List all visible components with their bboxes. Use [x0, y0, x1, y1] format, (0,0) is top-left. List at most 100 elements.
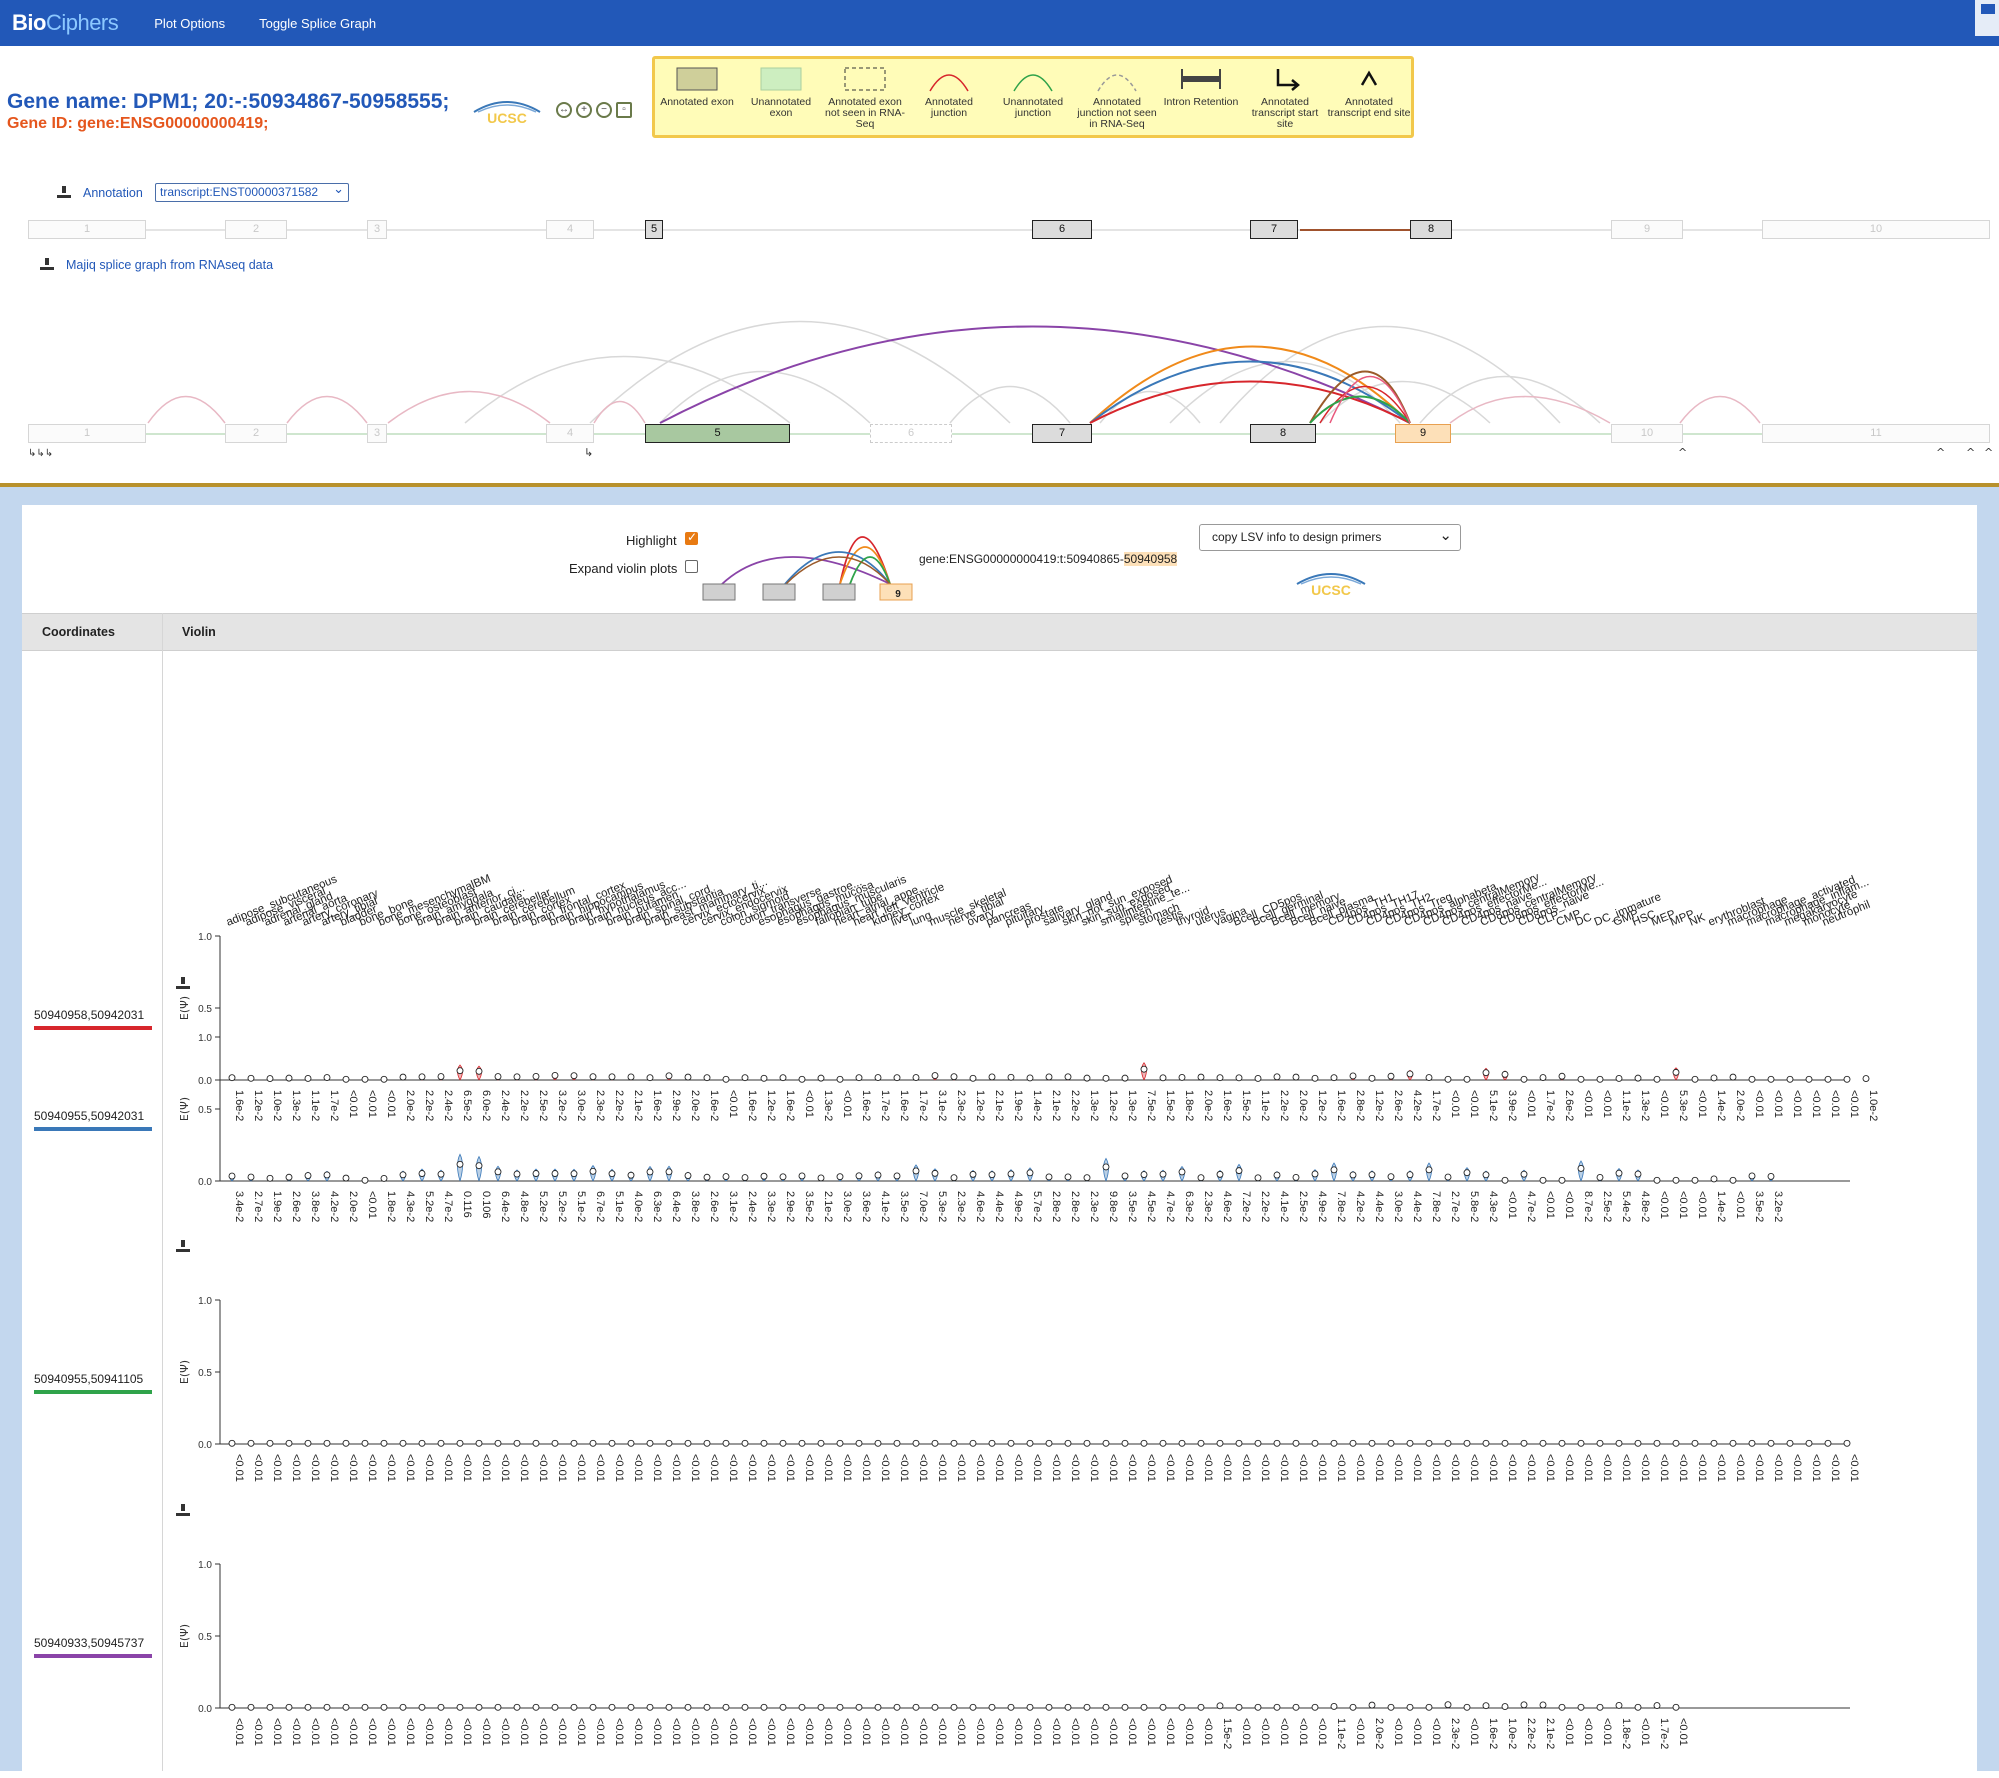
violin-value-label: 2.9e-2: [784, 1191, 796, 1222]
majiq-exon-7[interactable]: 7: [1032, 424, 1092, 443]
screenshot-icon[interactable]: ▫: [616, 102, 632, 118]
violin-value-label: 2.5e-2: [1297, 1191, 1309, 1222]
annotation-exon-2[interactable]: 2: [225, 220, 287, 239]
ucsc-lsv-icon[interactable]: UCSC: [1293, 568, 1369, 598]
violin-median-point: [437, 1439, 445, 1447]
violin-value-label: 7.8e-2: [1430, 1191, 1442, 1222]
transcript-select[interactable]: transcript:ENST00000371582: [155, 181, 349, 202]
violin-value-label: <0.01: [651, 1454, 663, 1482]
violin-value-label: <0.01: [1183, 1718, 1195, 1746]
majiq-exon-1[interactable]: 1: [28, 424, 146, 443]
violin-value-label: <0.01: [1506, 1191, 1518, 1219]
violin-median-point: [1121, 1172, 1129, 1180]
violin-value-label: 7.0e-2: [917, 1191, 929, 1222]
violin-median-point: [874, 1439, 882, 1447]
majiq-exon-11[interactable]: 11: [1762, 424, 1990, 443]
expand-violin-label: Expand violin plots: [569, 561, 678, 576]
violin-value-label: <0.01: [822, 1454, 834, 1482]
zoom-out-icon[interactable]: −: [596, 102, 612, 118]
violin-median-point: [1026, 1169, 1034, 1177]
annotation-exon-4[interactable]: 4: [546, 220, 594, 239]
violin-median-point: [266, 1703, 274, 1711]
violin-median-point: [874, 1171, 882, 1179]
annotation-exon-3[interactable]: 3: [367, 220, 387, 239]
violin-value-label: <0.01: [366, 1718, 378, 1746]
majiq-exon-8[interactable]: 8: [1250, 424, 1316, 443]
primer-design-select[interactable]: copy LSV info to design primers: [1199, 524, 1461, 551]
tes-marker-icon: ^: [1984, 446, 1993, 459]
violin-median-point: [1235, 1167, 1243, 1175]
y-tick-label: 0.0: [198, 1704, 212, 1715]
violin-median-point: [1178, 1703, 1186, 1711]
violin-median-point: [665, 1703, 673, 1711]
legend-label: Unannotated junction: [1002, 96, 1064, 119]
violin-value-label: 4.8e-2: [1639, 1191, 1651, 1222]
violin-median-point: [988, 1703, 996, 1711]
violin-value-label: <0.01: [1012, 1454, 1024, 1482]
violin-value-label: <0.01: [442, 1454, 454, 1482]
save-icon[interactable]: [1973, 0, 1999, 36]
violin-median-point: [1140, 1703, 1148, 1711]
violin-value-label: 2.8e-2: [1050, 1191, 1062, 1222]
violin-median-point: [1425, 1439, 1433, 1447]
violin-value-label: <0.01: [1411, 1454, 1423, 1482]
violin-value-label: 2.2e-2: [1259, 1191, 1271, 1222]
violin-value-label: <0.01: [1544, 1191, 1556, 1219]
violin-median-point: [988, 1439, 996, 1447]
violin-value-label: <0.01: [347, 1454, 359, 1482]
download-annotation-icon[interactable]: [57, 186, 71, 198]
majiq-exon-9[interactable]: 9: [1395, 424, 1451, 443]
annotation-exon-6[interactable]: 6: [1032, 220, 1092, 239]
violin-median-point: [988, 1171, 996, 1179]
majiq-exon-3[interactable]: 3: [367, 424, 387, 443]
app-logo[interactable]: BioCiphers: [12, 10, 119, 36]
violin-median-point: [1159, 1439, 1167, 1447]
zoom-fit-icon[interactable]: ↔: [556, 102, 572, 118]
annotation-exon-1[interactable]: 1: [28, 220, 146, 239]
majiq-exon-5[interactable]: 5: [645, 424, 790, 443]
violin-median-point: [380, 1174, 388, 1182]
violin-value-label: <0.01: [1639, 1454, 1651, 1482]
violin-median-point: [1292, 1703, 1300, 1711]
violin-value-label: <0.01: [746, 1718, 758, 1746]
violin-value-label: <0.01: [309, 1718, 321, 1746]
violin-value-label: <0.01: [290, 1718, 302, 1746]
violin-median-point: [380, 1703, 388, 1711]
annotation-exon-8[interactable]: 8: [1410, 220, 1452, 239]
ucsc-link-icon[interactable]: UCSC: [470, 94, 544, 126]
violin-median-point: [399, 1703, 407, 1711]
violin-value-label: 2.1e-2: [822, 1191, 834, 1222]
violin-value-label: <0.01: [1563, 1191, 1575, 1219]
violin-value-label: 3.1e-2: [727, 1191, 739, 1222]
violin-value-label: <0.01: [1506, 1454, 1518, 1482]
toggle-splice-graph-button[interactable]: Toggle Splice Graph: [259, 16, 376, 31]
annotation-exon-10[interactable]: 10: [1762, 220, 1990, 239]
annotation-exon-7[interactable]: 7: [1250, 220, 1298, 239]
violin-value-label: <0.01: [955, 1454, 967, 1482]
violin-median-point: [798, 1439, 806, 1447]
zoom-in-icon[interactable]: +: [576, 102, 592, 118]
highlight-checkbox[interactable]: [685, 530, 698, 545]
violin-median-point: [1501, 1703, 1509, 1711]
violin-value-label: <0.01: [499, 1718, 511, 1746]
expand-violin-checkbox[interactable]: [685, 560, 698, 573]
legend-item-unannot-exon: Unannotated exon: [739, 59, 823, 135]
violin-value-label: <0.01: [1012, 1718, 1024, 1746]
violin-median-point: [1045, 1703, 1053, 1711]
plot-options-menu[interactable]: Plot Options: [154, 16, 225, 31]
violin-median-point: [1311, 1703, 1319, 1711]
violin-value-label: <0.01: [651, 1718, 663, 1746]
majiq-exon-4[interactable]: 4: [546, 424, 594, 443]
ucsc-text: UCSC: [1311, 582, 1351, 598]
annotation-exon-9[interactable]: 9: [1611, 220, 1683, 239]
violin-median-point: [1653, 1176, 1661, 1184]
majiq-exon-6[interactable]: 6: [870, 424, 952, 443]
annotation-exon-5[interactable]: 5: [645, 220, 663, 239]
violin-median-point: [494, 1439, 502, 1447]
violin-median-point: [1539, 1176, 1547, 1184]
majiq-exon-10[interactable]: 10: [1611, 424, 1683, 443]
majiq-exon-2[interactable]: 2: [225, 424, 287, 443]
violin-median-point: [1102, 1703, 1110, 1711]
violin-value-label: <0.01: [1601, 1454, 1613, 1482]
violin-median-point: [342, 1703, 350, 1711]
